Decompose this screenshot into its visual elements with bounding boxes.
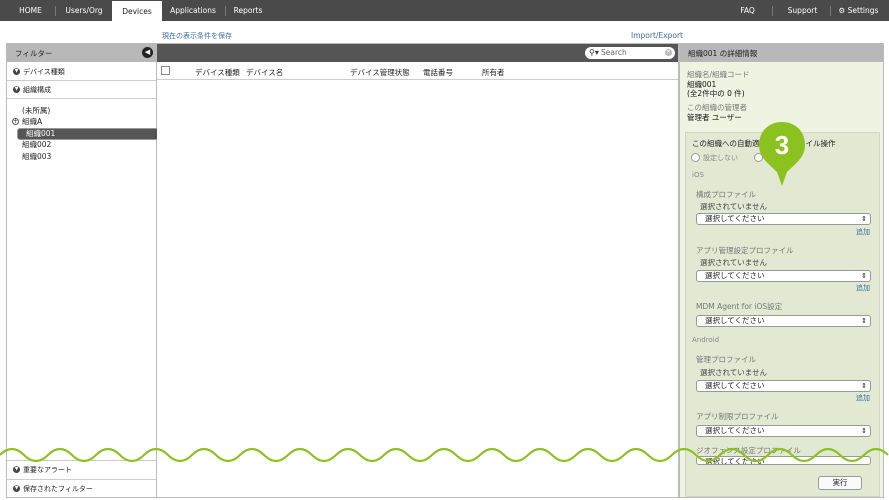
- facet-device-type[interactable]: ▼ デバイス種類: [7, 63, 156, 81]
- select-text: 選択してください: [705, 214, 765, 223]
- details-panel: 組織001 の詳細情報 組織名/組織コード 組織001 (全2件中の 0 件) …: [679, 43, 884, 498]
- tree-item-org003[interactable]: 組織003: [7, 151, 156, 162]
- nav-settings[interactable]: ⚙ Settings: [836, 0, 881, 21]
- android-section-label: Android: [692, 336, 720, 344]
- mgmt-profile-add-link[interactable]: 追加: [856, 393, 870, 403]
- select-arrows-icon: ⇕: [861, 215, 867, 223]
- app-profile-select[interactable]: 選択してください ⇕: [696, 270, 871, 282]
- tab-applications[interactable]: Applications: [164, 0, 222, 21]
- column-management-state[interactable]: デバイス管理状態: [350, 67, 410, 78]
- expand-icon[interactable]: +: [12, 118, 19, 125]
- radio-none[interactable]: [691, 153, 700, 162]
- saved-filters[interactable]: ▼ 保存されたフィルター: [7, 479, 156, 497]
- app-profile-label: アプリ管理設定プロファイル: [696, 246, 794, 255]
- mgmt-profile-state: 選択されていません: [700, 368, 768, 377]
- config-profile-label: 構成プロファイル: [696, 190, 756, 199]
- select-arrows-icon: ⇕: [861, 427, 867, 435]
- nav-support[interactable]: Support: [780, 0, 825, 21]
- search-placeholder: Search: [601, 48, 627, 57]
- facet-label: デバイス種類: [23, 68, 65, 76]
- top-navigation: HOME Users/Org Devices Applications Repo…: [0, 0, 889, 21]
- search-input[interactable]: ⚲▾ Search ✕: [585, 47, 675, 59]
- import-export-link[interactable]: Import/Export: [631, 31, 683, 40]
- device-count: (全2件中の 0 件): [687, 89, 745, 98]
- clear-icon[interactable]: ✕: [665, 49, 672, 56]
- tab-reports[interactable]: Reports: [228, 0, 268, 21]
- filter-panel: フィルター ◀ ▼ デバイス種類 ▼ 組織構成 (未所属) + 組織A 組織00…: [6, 43, 192, 498]
- nav-faq[interactable]: FAQ: [730, 0, 765, 21]
- tab-devices[interactable]: Devices: [112, 1, 162, 21]
- app-restrict-label: アプリ制限プロファイル: [696, 412, 779, 421]
- nav-separator: [772, 6, 773, 16]
- select-arrows-icon: ⇕: [861, 317, 867, 325]
- mdm-agent-select[interactable]: 選択してください ⇕: [696, 315, 871, 327]
- auto-apply-title-end: イル操作: [805, 139, 836, 148]
- chevron-down-icon: ▼: [13, 485, 20, 492]
- admin-value: 管理者 ユーザー: [687, 113, 742, 122]
- facet-label: 組織構成: [23, 86, 51, 94]
- mgmt-profile-select[interactable]: 選択してください ⇕: [696, 380, 871, 392]
- wave-divider: [0, 447, 889, 463]
- tree-label: 組織A: [22, 117, 43, 126]
- select-all-checkbox[interactable]: [161, 66, 170, 75]
- filter-title: フィルター: [15, 49, 53, 58]
- chevron-down-icon: ▼: [13, 86, 20, 93]
- facet-org-structure[interactable]: ▼ 組織構成: [7, 81, 156, 99]
- search-icon: ⚲▾: [589, 48, 599, 57]
- details-header: 組織001 の詳細情報: [680, 44, 883, 62]
- config-profile-add-link[interactable]: 追加: [856, 227, 870, 237]
- column-phone[interactable]: 電話番号: [423, 67, 453, 78]
- select-arrows-icon: ⇕: [861, 382, 867, 390]
- bottom-label: 保存されたフィルター: [23, 485, 93, 493]
- column-device-name[interactable]: デバイス名: [246, 67, 283, 78]
- column-owner[interactable]: 所有者: [482, 67, 505, 78]
- select-text: 選択してください: [705, 381, 765, 390]
- nav-separator: [55, 6, 56, 16]
- tree-item-org002[interactable]: 組織002: [7, 139, 156, 150]
- column-device-type[interactable]: デバイス種類: [195, 67, 240, 78]
- step-marker: 3: [759, 122, 805, 186]
- select-arrows-icon: ⇕: [861, 272, 867, 280]
- tree-item-org-a[interactable]: + 組織A: [7, 116, 156, 127]
- select-text: 選択してください: [705, 316, 765, 325]
- app-restrict-select[interactable]: 選択してください ⇕: [696, 425, 871, 437]
- nav-separator: [225, 6, 226, 16]
- app-profile-add-link[interactable]: 追加: [856, 283, 870, 293]
- details-title: 組織001 の詳細情報: [688, 49, 758, 58]
- tab-users-org[interactable]: Users/Org: [58, 0, 110, 21]
- ios-section-label: iOS: [692, 171, 704, 179]
- nav-separator: [830, 6, 831, 16]
- table-header: デバイス種類 デバイス名 デバイス管理状態 電話番号 所有者: [157, 62, 678, 80]
- tab-home[interactable]: HOME: [8, 0, 53, 21]
- chevron-down-icon: ▼: [13, 68, 20, 75]
- mdm-agent-label: MDM Agent for iOS設定: [696, 302, 783, 311]
- app-profile-state: 選択されていません: [700, 258, 768, 267]
- save-view-link[interactable]: 現在の表示条件を保存: [162, 31, 232, 41]
- device-list-panel: ⚲▾ Search ✕ デバイス種類 デバイス名 デバイス管理状態 電話番号 所…: [157, 43, 679, 498]
- config-profile-select[interactable]: 選択してください ⇕: [696, 213, 871, 225]
- radio-none-label: 設定しない: [703, 154, 738, 162]
- select-text: 選択してください: [705, 271, 765, 280]
- filter-header: フィルター ◀: [7, 44, 156, 62]
- config-profile-state: 選択されていません: [700, 202, 768, 211]
- run-button[interactable]: 実行: [818, 476, 862, 490]
- auto-apply-title-start: この組織への自動適: [692, 139, 760, 148]
- mgmt-profile-label: 管理プロファイル: [696, 355, 756, 364]
- collapse-icon[interactable]: ◀: [142, 47, 153, 58]
- list-toolbar: ⚲▾ Search ✕: [157, 44, 678, 62]
- marker-number: 3: [775, 130, 789, 160]
- select-text: 選択してください: [705, 426, 765, 435]
- gear-icon: ⚙: [838, 6, 846, 15]
- nav-settings-label: Settings: [847, 6, 879, 15]
- tree-item-unassigned[interactable]: (未所属): [7, 105, 156, 116]
